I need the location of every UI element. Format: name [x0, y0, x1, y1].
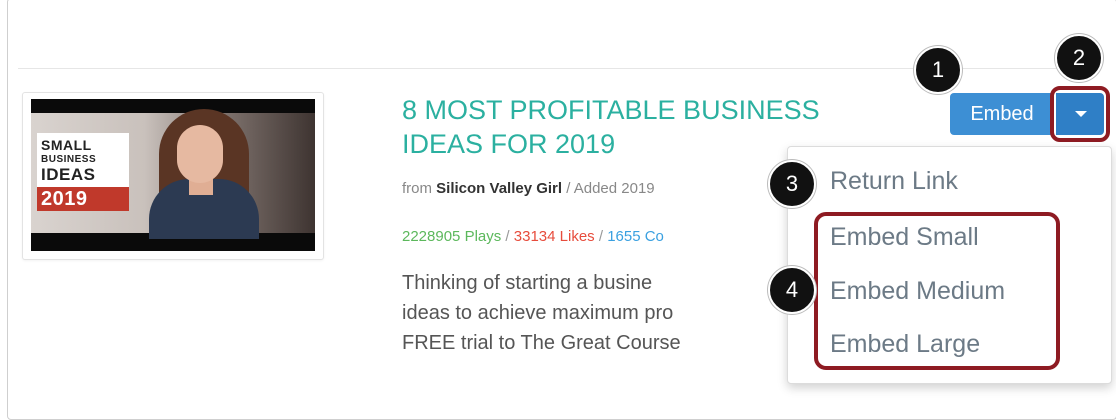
- added-date: / Added 2019: [562, 180, 655, 197]
- thumbnail-text-ideas: IDEAS: [41, 165, 96, 184]
- description-line: Thinking of starting a busine: [402, 272, 653, 294]
- video-title[interactable]: 8 MOST PROFITABLE BUSINESS IDEAS FOR 201…: [402, 93, 822, 161]
- video-description: Thinking of starting a busine ideas to a…: [402, 268, 681, 358]
- video-stats: 2228905 Plays / 33134 Likes / 1655 Co: [402, 228, 664, 245]
- thumbnail-text-small: SMALL: [41, 137, 92, 153]
- callout-1: 1: [914, 46, 962, 94]
- callout-4: 4: [768, 266, 816, 314]
- likes-count: 33134 Likes: [513, 228, 595, 245]
- callout-3: 3: [768, 160, 816, 208]
- callout-2: 2: [1055, 34, 1103, 82]
- stats-separator: /: [594, 228, 608, 245]
- menu-item-return-link[interactable]: Return Link: [830, 167, 958, 196]
- dropdown-toggle-highlight: [1050, 86, 1110, 142]
- video-meta: from Silicon Valley Girl / Added 2019: [402, 180, 655, 197]
- stats-separator: /: [501, 228, 514, 245]
- thumbnail-text-business: BUSINESS: [41, 154, 97, 165]
- from-label: from: [402, 180, 437, 197]
- description-line: ideas to achieve maximum pro: [402, 302, 674, 324]
- presenter-face: [177, 125, 223, 183]
- embed-button[interactable]: Embed: [950, 93, 1054, 135]
- embed-sizes-highlight: [814, 212, 1060, 370]
- description-line: FREE trial to The Great Course: [402, 332, 681, 354]
- comments-count: 1655 Co: [607, 228, 664, 245]
- plays-count: 2228905 Plays: [402, 228, 502, 245]
- video-thumbnail[interactable]: SMALL BUSINESS IDEAS 2019: [31, 99, 315, 251]
- thumbnail-text-year: 2019: [41, 188, 88, 210]
- channel-name[interactable]: Silicon Valley Girl: [436, 180, 562, 197]
